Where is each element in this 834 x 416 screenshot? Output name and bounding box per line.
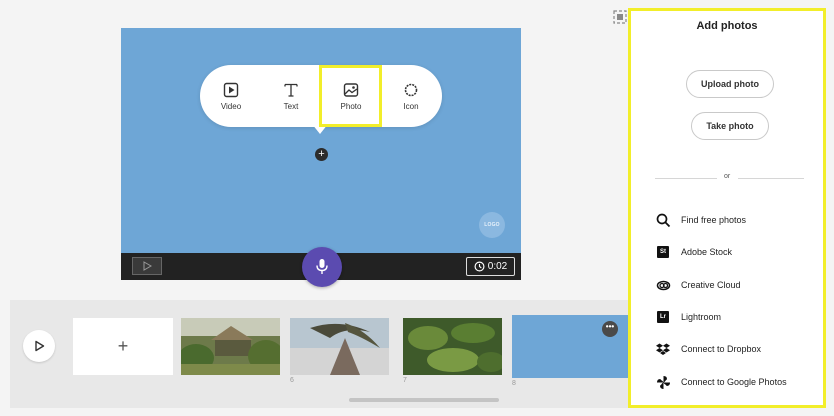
slide-more-options-button[interactable]: •••	[602, 321, 618, 337]
clock-icon	[474, 261, 485, 272]
timer-value: 0:02	[487, 261, 508, 272]
google-photos-icon	[656, 375, 670, 389]
slide-thumbnail[interactable]	[403, 318, 502, 375]
add-slide-button[interactable]: +	[73, 318, 173, 375]
slide-thumbnail[interactable]	[290, 318, 389, 375]
video-icon	[223, 82, 239, 97]
service-label: Adobe Stock	[681, 247, 733, 257]
panel-title: Add photos	[696, 20, 758, 32]
service-label: Connect to Dropbox	[681, 344, 762, 354]
adobe-spark-video-editor: LOGO Video Text Photo Icon + 0:02 + 6 7 …	[0, 0, 834, 416]
slide-number: 6	[290, 377, 294, 384]
duration-timer[interactable]: 0:02	[466, 257, 515, 276]
add-photos-panel: Add photos Upload photo Take photo or Fi…	[628, 8, 826, 408]
add-content-button[interactable]: +	[315, 148, 328, 161]
play-icon	[35, 340, 45, 352]
divider	[655, 178, 717, 179]
dropbox-icon	[656, 343, 670, 355]
slide-image	[290, 318, 389, 375]
divider	[738, 178, 804, 179]
or-separator: or	[724, 173, 731, 180]
creative-cloud-icon	[656, 280, 670, 291]
timeline-play-button[interactable]	[23, 330, 55, 362]
service-google-photos[interactable]: Connect to Google Photos	[655, 374, 787, 390]
service-creative-cloud[interactable]: Creative Cloud	[655, 277, 741, 293]
service-lightroom[interactable]: Lr Lightroom	[655, 309, 721, 325]
slide-number: 8	[512, 380, 516, 387]
service-adobe-stock[interactable]: St Adobe Stock	[655, 244, 732, 260]
popup-item-text[interactable]: Text	[263, 65, 319, 127]
service-dropbox[interactable]: Connect to Dropbox	[655, 341, 761, 357]
preview-play-button[interactable]	[132, 257, 162, 275]
microphone-icon	[316, 259, 328, 274]
photo-highlight-box	[319, 65, 382, 127]
service-label: Find free photos	[681, 215, 747, 225]
logo-badge: LOGO	[479, 212, 505, 238]
slide-thumbnail[interactable]	[181, 318, 280, 375]
timeline-scrollbar[interactable]	[349, 398, 499, 402]
text-icon	[284, 83, 298, 97]
popup-item-label: Text	[283, 101, 299, 111]
upload-photo-button[interactable]: Upload photo	[686, 70, 774, 98]
record-voice-button[interactable]	[302, 247, 342, 287]
lightroom-icon: Lr	[657, 311, 669, 323]
popup-item-label: Video	[220, 101, 242, 111]
play-icon	[143, 261, 152, 271]
popup-item-label: Icon	[403, 101, 419, 111]
service-label: Creative Cloud	[681, 280, 741, 290]
slide-number: 7	[403, 377, 407, 384]
service-label: Lightroom	[681, 312, 722, 322]
fit-screen-icon[interactable]	[613, 10, 627, 24]
slide-image	[181, 318, 280, 375]
video-stage[interactable]: LOGO	[121, 28, 521, 253]
icon-icon	[404, 83, 418, 96]
popup-item-icon[interactable]: Icon	[383, 65, 439, 127]
service-label: Connect to Google Photos	[681, 377, 787, 387]
search-icon	[656, 213, 670, 227]
service-find-free-photos[interactable]: Find free photos	[655, 212, 746, 228]
adobe-stock-icon: St	[657, 246, 669, 258]
take-photo-button[interactable]: Take photo	[691, 112, 769, 140]
slide-image	[403, 318, 502, 375]
popup-item-video[interactable]: Video	[203, 65, 259, 127]
